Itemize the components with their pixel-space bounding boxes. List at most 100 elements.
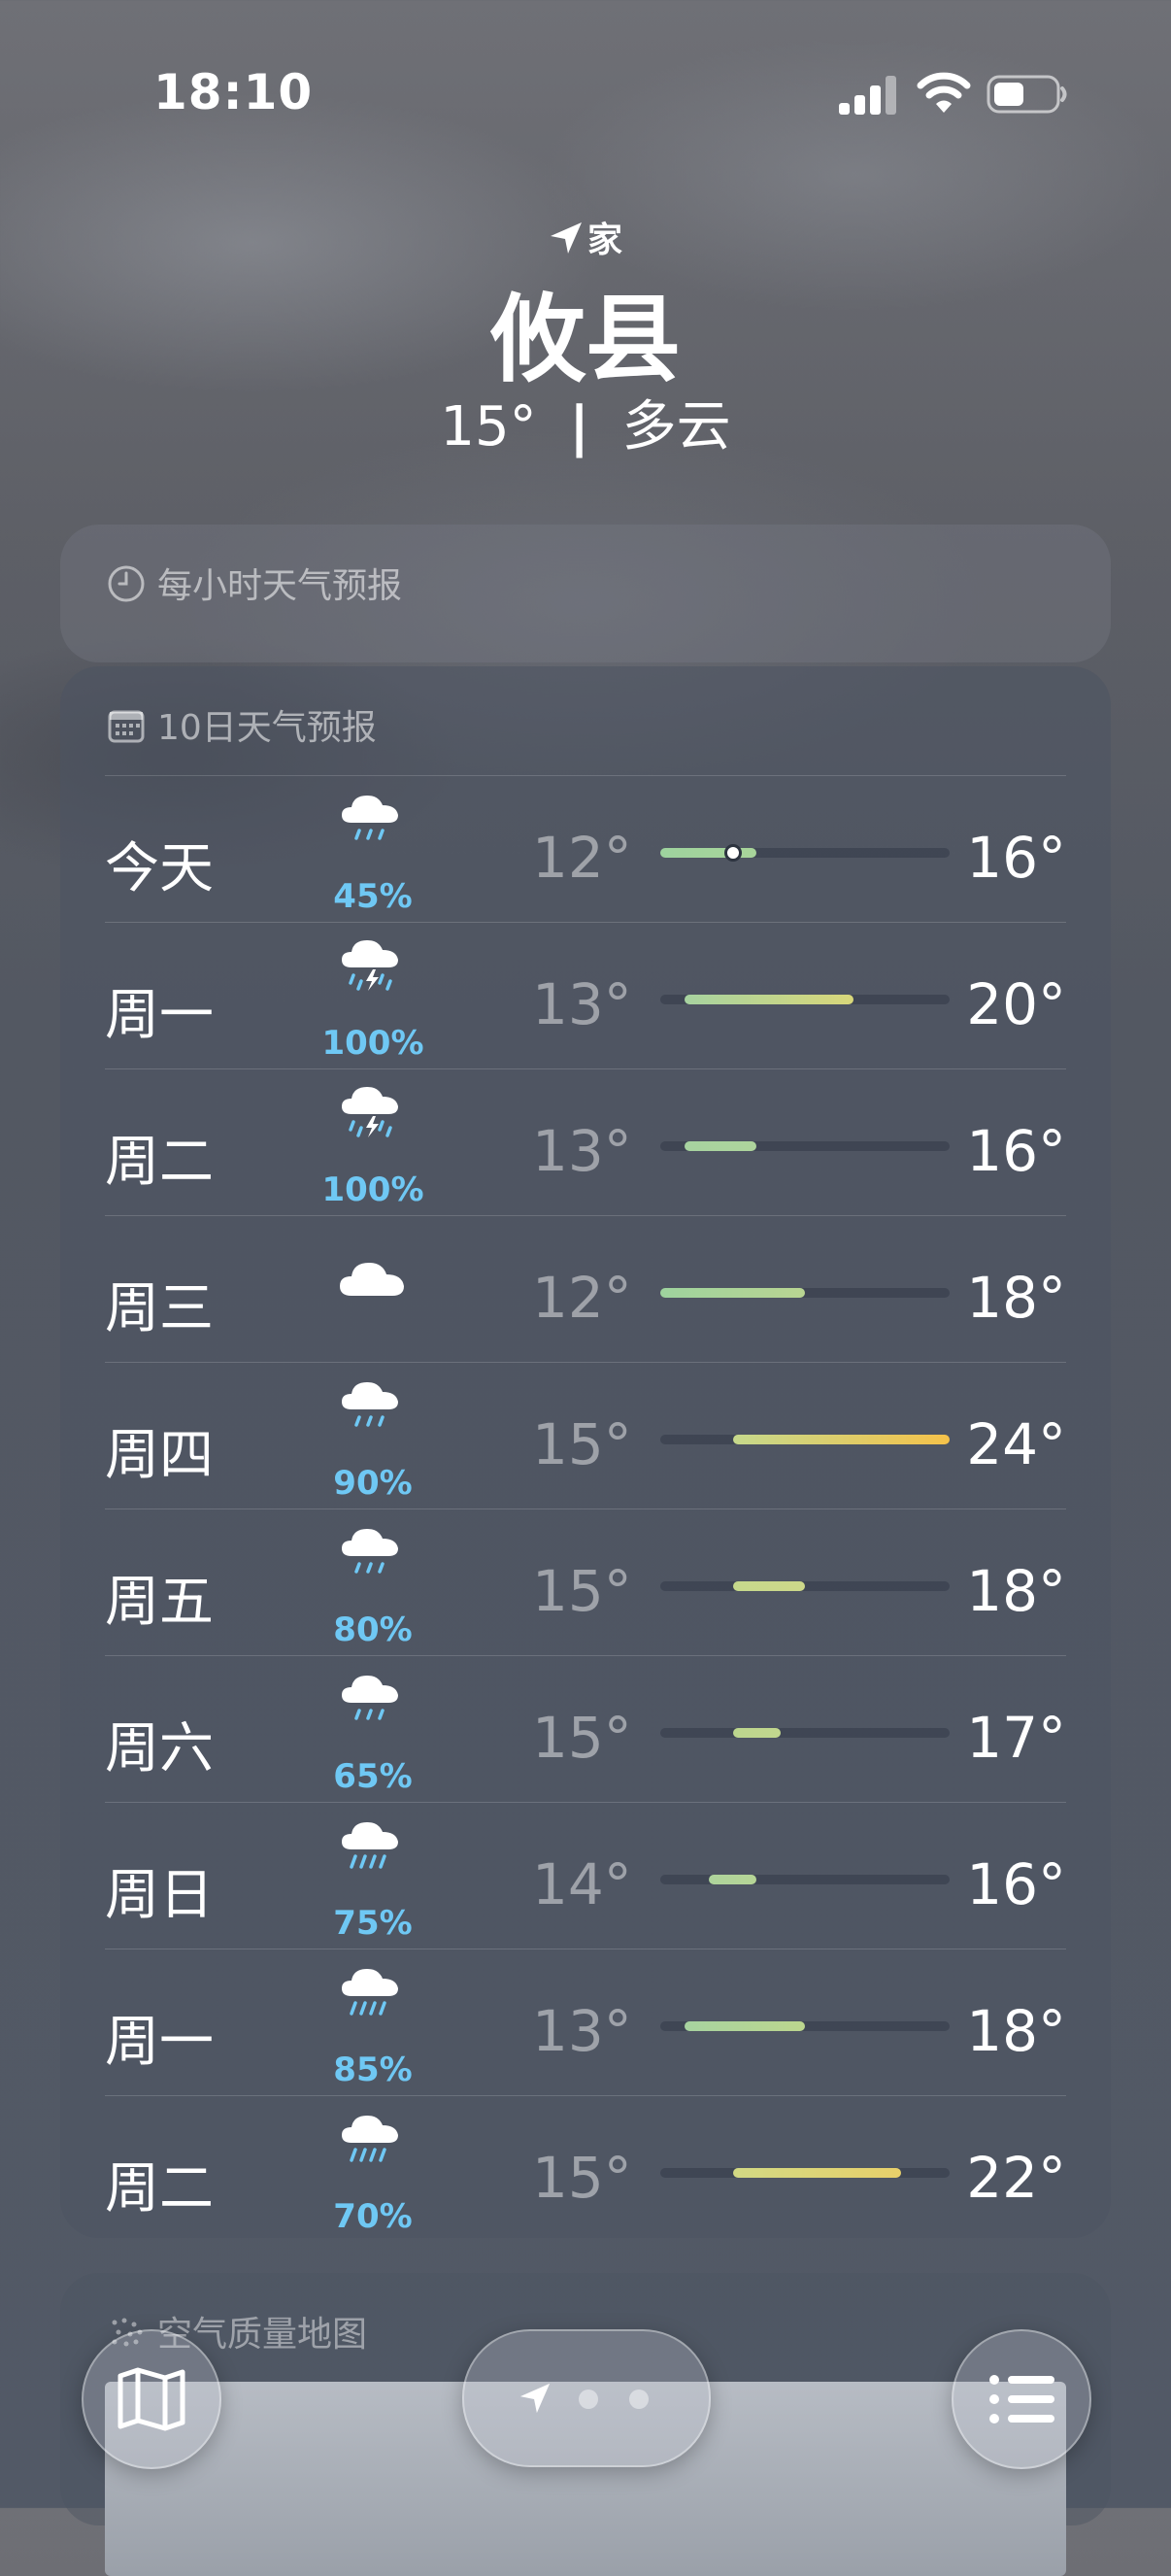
high-temp: 24° <box>966 1411 1066 1477</box>
location-label: 家 <box>0 212 1171 262</box>
precipitation-chance: 90% <box>333 1464 413 1503</box>
precipitation-chance: 100% <box>321 1170 424 1209</box>
forecast-day-label: 周二 <box>105 1131 214 1194</box>
location-page-icon <box>519 2383 551 2414</box>
battery-icon <box>987 75 1067 114</box>
temp-range-track <box>660 995 950 1004</box>
calendar-icon <box>108 710 145 743</box>
forecast-day-label: 周一 <box>105 2011 214 2074</box>
city-name: 攸县 <box>489 285 681 395</box>
high-temp: 16° <box>966 825 1066 891</box>
temp-range-bar <box>660 1288 805 1298</box>
list-icon <box>989 2375 1054 2423</box>
temp-range-bar <box>732 1728 782 1738</box>
low-temp: 12° <box>532 825 632 891</box>
cloud-rain-icon <box>336 1523 410 1581</box>
status-time: 18:10 <box>153 64 314 120</box>
forecast-day-label: 周二 <box>105 2157 214 2220</box>
forecast-day-label: 今天 <box>105 837 214 900</box>
location-home-label: 家 <box>586 220 622 260</box>
temp-range-bar <box>684 1141 757 1151</box>
current-condition-text: 多云 <box>621 395 731 458</box>
cloud-heavy-rain-icon <box>336 1963 410 2021</box>
clock-icon <box>108 565 145 602</box>
forecast-day-label: 周六 <box>105 1717 214 1780</box>
temp-range-track <box>660 1581 950 1591</box>
forecast-row[interactable]: 今天 45% 12° 16° <box>105 775 1066 923</box>
temp-range-track <box>660 1728 950 1738</box>
precipitation-chance: 80% <box>333 1610 413 1649</box>
temp-range-track <box>660 844 950 862</box>
low-temp: 14° <box>532 1851 632 1917</box>
ten-day-forecast-header: 10日天气预报 <box>107 699 377 750</box>
high-temp: 22° <box>966 2145 1066 2211</box>
location-arrow-icon <box>550 222 582 254</box>
forecast-row[interactable]: 周一 85% 13° 18° <box>105 1949 1066 2096</box>
low-temp: 13° <box>532 1118 632 1184</box>
temp-range-bar <box>684 995 853 1004</box>
temp-range-bar <box>732 1581 805 1591</box>
ten-day-forecast-title: 10日天气预报 <box>157 708 377 748</box>
cloud-rain-icon <box>336 1376 410 1435</box>
hourly-forecast-title: 每小时天气预报 <box>157 566 403 606</box>
ten-day-forecast-panel[interactable]: 10日天气预报 今天 45% 12° 16° 周一 100% 13° 20° 周二 100% 13°… <box>60 666 1111 2238</box>
hourly-forecast-header: 每小时天气预报 <box>107 558 402 608</box>
cloud-rain-icon <box>336 1670 410 1728</box>
forecast-day-label: 周日 <box>105 1864 214 1927</box>
low-temp: 12° <box>532 1265 632 1331</box>
cellular-signal-icon <box>839 76 896 115</box>
temp-range-track <box>660 2021 950 2031</box>
temp-range-track <box>660 1141 950 1151</box>
temp-range-bar <box>660 848 757 858</box>
cloud-icon <box>336 1251 410 1309</box>
high-temp: 18° <box>966 1998 1066 2064</box>
current-temp: 15° <box>440 395 537 458</box>
page-indicator[interactable] <box>462 2329 711 2467</box>
conditions-separator: | <box>569 395 589 458</box>
low-temp: 13° <box>532 1998 632 2064</box>
forecast-row[interactable]: 周四 90% 15° 24° <box>105 1362 1066 1509</box>
map-button[interactable] <box>82 2329 221 2469</box>
forecast-row[interactable]: 周三 12° 18° <box>105 1215 1066 1363</box>
forecast-row[interactable]: 周二 100% 13° 16° <box>105 1068 1066 1216</box>
temp-range-track <box>660 1288 950 1298</box>
current-temp-marker <box>723 844 742 862</box>
temp-range-bar <box>708 1875 757 1884</box>
page-dot <box>629 2390 649 2409</box>
precipitation-chance: 45% <box>333 877 413 916</box>
page-dot <box>579 2390 598 2409</box>
temp-range-bar <box>732 1435 950 1444</box>
high-temp: 20° <box>966 971 1066 1037</box>
forecast-day-label: 周四 <box>105 1424 214 1487</box>
forecast-day-label: 周三 <box>105 1277 214 1340</box>
cloud-heavy-rain-icon <box>336 1816 410 1875</box>
forecast-row[interactable]: 周六 65% 15° 17° <box>105 1655 1066 1803</box>
cloud-bolt-rain-icon <box>336 1083 410 1141</box>
temp-range-bar <box>732 2168 902 2178</box>
low-temp: 15° <box>532 2145 632 2211</box>
map-icon <box>117 2367 185 2431</box>
forecast-row[interactable]: 周日 75% 14° 16° <box>105 1802 1066 1949</box>
current-conditions: 15° | 多云 <box>0 383 1171 461</box>
precipitation-chance: 100% <box>321 1024 424 1063</box>
cloud-heavy-rain-icon <box>336 2110 410 2168</box>
temp-range-bar <box>684 2021 805 2031</box>
low-temp: 15° <box>532 1411 632 1477</box>
forecast-row[interactable]: 周二 70% 15° 22° <box>105 2095 1066 2243</box>
forecast-day-label: 周一 <box>105 984 214 1047</box>
forecast-row[interactable]: 周一 100% 13° 20° <box>105 922 1066 1069</box>
forecast-row[interactable]: 周五 80% 15° 18° <box>105 1508 1066 1656</box>
low-temp: 15° <box>532 1558 632 1624</box>
high-temp: 16° <box>966 1851 1066 1917</box>
list-button[interactable] <box>952 2329 1091 2469</box>
high-temp: 18° <box>966 1558 1066 1624</box>
low-temp: 13° <box>532 971 632 1037</box>
temp-range-track <box>660 2168 950 2178</box>
hourly-forecast-panel[interactable]: 每小时天气预报 <box>60 525 1111 662</box>
high-temp: 17° <box>966 1705 1066 1771</box>
high-temp: 18° <box>966 1265 1066 1331</box>
precipitation-chance: 70% <box>333 2197 413 2236</box>
cloud-bolt-rain-icon <box>336 936 410 995</box>
precipitation-chance: 75% <box>333 1904 413 1943</box>
precipitation-chance: 85% <box>333 2051 413 2089</box>
